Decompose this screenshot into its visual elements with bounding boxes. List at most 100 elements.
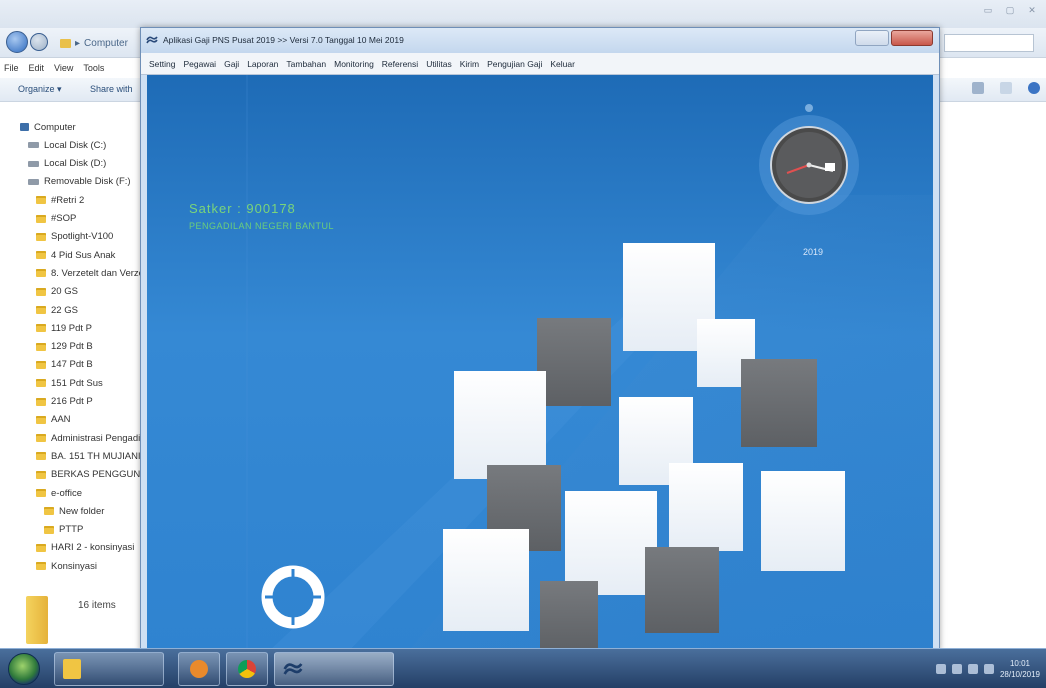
tree-item[interactable]: Computer <box>0 118 145 136</box>
tree-item[interactable]: 20 GS <box>0 283 145 301</box>
tree-item[interactable]: HARI 2 - konsinyasi <box>0 539 145 557</box>
folder-icon <box>36 251 46 260</box>
tree-item-label: 119 Pdt P <box>51 322 93 334</box>
folder-icon <box>36 306 46 314</box>
folder-icon <box>36 379 46 388</box>
tree-item[interactable]: BA. 151 TH MUJIANI <box>0 447 145 465</box>
app-menu-keluar[interactable]: Keluar <box>550 59 575 69</box>
tree-item-label: Removable Disk (F:) <box>44 176 131 188</box>
tree-item-label: BERKAS PENGGUNAA <box>51 469 145 481</box>
menu-edit[interactable]: Edit <box>29 63 45 73</box>
tree-item[interactable]: Local Disk (D:) <box>0 155 145 173</box>
agency-label: PENGADILAN NEGERI BANTUL <box>189 221 335 231</box>
network-icon[interactable] <box>951 664 962 674</box>
app-menu-pengujian-gaji[interactable]: Pengujian Gaji <box>487 59 542 69</box>
tree-item-label: e-office <box>51 487 82 499</box>
tree-item[interactable]: 147 Pdt B <box>0 356 145 374</box>
tree-item[interactable]: e-office <box>0 484 145 502</box>
satker-label: Satker : 900178 <box>189 201 296 216</box>
tree-item[interactable]: Local Disk (C:) <box>0 136 145 154</box>
tree-item[interactable]: BERKAS PENGGUNAA <box>0 466 145 484</box>
view-controls <box>972 82 1040 94</box>
folder-icon <box>36 342 46 351</box>
folder-icon <box>36 214 46 223</box>
tree-item[interactable]: AAN <box>0 411 145 429</box>
grey-cube <box>741 359 817 447</box>
folder-icon <box>60 38 71 48</box>
tree-item[interactable]: #SOP <box>0 210 145 228</box>
app-menu-utilitas[interactable]: Utilitas <box>426 59 452 69</box>
breadcrumb-computer[interactable]: Computer <box>84 38 128 49</box>
tree-item[interactable]: 4 Pid Sus Anak <box>0 246 145 264</box>
tree-item[interactable]: Konsinyasi <box>0 557 145 575</box>
organize-button[interactable]: Organize ▾ <box>18 84 62 95</box>
taskbar-explorer-button[interactable] <box>54 652 164 686</box>
app-menu-gaji[interactable]: Gaji <box>224 59 239 69</box>
tree-item[interactable]: #Retri 2 <box>0 191 145 209</box>
search-input[interactable] <box>944 34 1034 52</box>
app-logo-icon <box>146 36 158 44</box>
clock[interactable]: 10:01 28/10/2019 <box>1000 658 1040 680</box>
taskbar-gaji-app-button[interactable] <box>274 652 394 686</box>
view-options-icon[interactable] <box>972 82 984 94</box>
minimize-button[interactable]: ▭ <box>980 4 996 16</box>
tree-item-label: Local Disk (D:) <box>44 158 107 170</box>
system-tray: 10:01 28/10/2019 <box>935 655 1040 683</box>
tree-item[interactable]: 216 Pdt P <box>0 393 145 411</box>
menu-tools[interactable]: Tools <box>83 63 104 73</box>
tree-item-label: HARI 2 - konsinyasi <box>51 542 135 554</box>
preview-pane-icon[interactable] <box>1000 82 1012 94</box>
taskbar-chrome-button[interactable] <box>226 652 268 686</box>
app-menu-laporan[interactable]: Laporan <box>247 59 278 69</box>
menu-file[interactable]: File <box>4 63 19 73</box>
app-menu-setting[interactable]: Setting <box>149 59 175 69</box>
tree-item[interactable]: Administrasi Pengadil <box>0 429 145 447</box>
folder-icon <box>36 452 46 461</box>
tree-item[interactable]: 129 Pdt B <box>0 338 145 356</box>
tree-item-label: PTTP <box>59 524 84 536</box>
share-with-button[interactable]: Share with <box>90 84 133 94</box>
tree-item[interactable]: 22 GS <box>0 301 145 319</box>
app-menu-monitoring[interactable]: Monitoring <box>334 59 374 69</box>
forward-arrow-icon[interactable] <box>30 33 48 51</box>
tree-item-label: 129 Pdt B <box>51 341 93 353</box>
tree-item-label: New folder <box>59 505 105 517</box>
tree-item[interactable]: Removable Disk (F:) <box>0 173 145 191</box>
app-workspace: Satker : 900178 PENGADILAN NEGERI BANTUL… <box>147 75 933 653</box>
app-menu-tambahan[interactable]: Tambahan <box>286 59 326 69</box>
taskbar-media-button[interactable] <box>178 652 220 686</box>
close-button[interactable] <box>891 30 933 46</box>
app-menu-referensi[interactable]: Referensi <box>382 59 418 69</box>
tree-item[interactable]: PTTP <box>0 521 145 539</box>
tree-item-label: Konsinyasi <box>51 560 97 572</box>
tree-item[interactable]: 151 Pdt Sus <box>0 374 145 392</box>
close-button[interactable]: ✕ <box>1024 4 1040 16</box>
back-arrow-icon[interactable] <box>6 31 28 53</box>
volume-icon[interactable] <box>967 664 978 674</box>
breadcrumb-separator: ▸ <box>75 37 81 49</box>
chrome-icon <box>238 660 256 678</box>
folder-icon <box>26 596 48 644</box>
minimize-maximize-buttons[interactable] <box>855 30 889 46</box>
folder-icon <box>36 489 46 497</box>
disk-icon <box>28 142 39 149</box>
tree-item[interactable]: 8. Verzetelt dan Verze <box>0 264 145 282</box>
help-icon[interactable] <box>1028 82 1040 94</box>
white-cube <box>761 471 845 571</box>
flag-icon[interactable] <box>983 664 994 674</box>
tree-item[interactable]: Spotlight-V100 <box>0 228 145 246</box>
start-button[interactable] <box>8 653 40 685</box>
tree-item-label: BA. 151 TH MUJIANI <box>51 450 141 462</box>
menu-view[interactable]: View <box>54 63 73 73</box>
app-menu-pegawai[interactable]: Pegawai <box>183 59 216 69</box>
tree-item[interactable]: 119 Pdt P <box>0 319 145 337</box>
app-menu-kirim[interactable]: Kirim <box>460 59 479 69</box>
grey-cube <box>645 547 719 633</box>
tree-item[interactable]: New folder <box>0 502 145 520</box>
breadcrumb[interactable]: ▸ Computer <box>60 34 128 52</box>
app-menubar: Setting Pegawai Gaji Laporan Tambahan Monitor… <box>141 53 939 75</box>
tree-item-label: Computer <box>34 121 76 133</box>
folder-icon <box>36 434 46 443</box>
show-hidden-icons-icon[interactable] <box>935 664 946 674</box>
maximize-button[interactable]: ▢ <box>1002 4 1018 16</box>
